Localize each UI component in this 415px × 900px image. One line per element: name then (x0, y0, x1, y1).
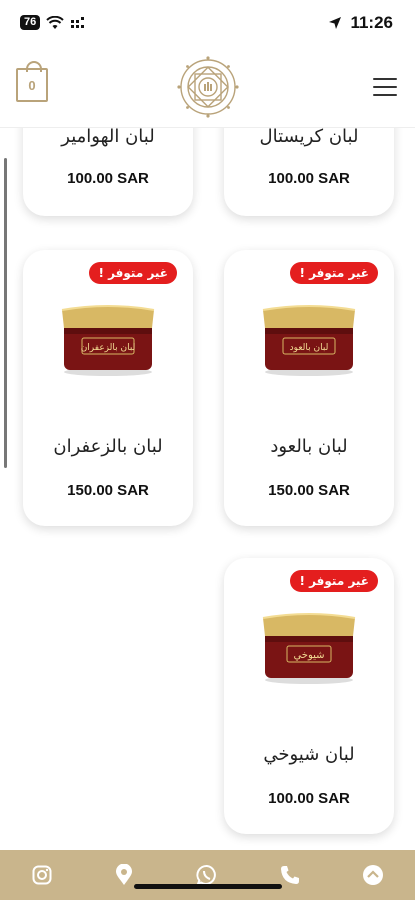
status-right: 11:26 (328, 13, 393, 33)
instagram-icon[interactable] (30, 863, 54, 887)
location-arrow-icon (329, 17, 342, 29)
product-card[interactable]: لبان الهوامير 100.00 SAR (23, 128, 193, 216)
home-indicator[interactable] (134, 884, 282, 889)
product-image: لبان بالعود (262, 305, 356, 376)
app-header: 0 (0, 50, 415, 128)
product-price: 150.00 SAR (268, 482, 350, 499)
location-pin-icon[interactable] (112, 863, 136, 887)
product-price: 100.00 SAR (268, 790, 350, 807)
hamburger-menu-icon[interactable] (373, 78, 397, 96)
wifi-icon (46, 15, 64, 29)
status-left: 76 (20, 15, 86, 30)
product-name: لبان كريستال (259, 128, 359, 147)
product-card[interactable]: غير متوفر ! شيوخي لبان شيوخي 100.00 SAR (224, 558, 394, 834)
cart-count: 0 (28, 77, 36, 93)
product-image: شيوخي (262, 613, 356, 684)
jar-label: شيوخي (293, 650, 324, 661)
product-card[interactable]: غير متوفر ! لبان بالزعفران لبان بالزعفرا… (23, 250, 193, 526)
product-grid[interactable]: لبان الهوامير 100.00 SAR لبان كريستال 10… (0, 128, 415, 850)
phone-icon[interactable] (278, 863, 302, 887)
product-card[interactable]: لبان كريستال 100.00 SAR (224, 128, 394, 216)
product-name: لبان شيوخي (263, 744, 355, 765)
out-of-stock-badge: غير متوفر ! (290, 262, 378, 284)
out-of-stock-badge: غير متوفر ! (89, 262, 177, 284)
product-image: لبان بالزعفران (61, 305, 155, 376)
scrollbar[interactable] (4, 158, 7, 468)
brand-logo[interactable] (176, 55, 240, 119)
jar-label: لبان بالعود (290, 343, 329, 353)
out-of-stock-badge: غير متوفر ! (290, 570, 378, 592)
product-price: 100.00 SAR (67, 170, 149, 187)
product-card[interactable]: غير متوفر ! لبان بالعود لبان بالعود 150.… (224, 250, 394, 526)
battery-indicator: 76 (20, 15, 41, 30)
status-bar: 76 11:26 (0, 0, 415, 50)
product-name: لبان الهوامير (61, 128, 155, 147)
product-name: لبان بالزعفران (53, 436, 163, 457)
signal-dots-icon (71, 16, 85, 28)
product-name: لبان بالعود (270, 436, 348, 457)
menu-line (373, 78, 397, 80)
bottom-contact-bar (0, 850, 415, 900)
cart-button[interactable]: 0 (16, 61, 48, 102)
menu-line (373, 94, 397, 96)
scroll-top-icon[interactable] (361, 863, 385, 887)
status-time: 11:26 (350, 13, 393, 32)
product-price: 150.00 SAR (67, 482, 149, 499)
menu-line (373, 86, 397, 88)
product-price: 100.00 SAR (268, 170, 350, 187)
jar-label: لبان بالزعفران (81, 343, 136, 353)
